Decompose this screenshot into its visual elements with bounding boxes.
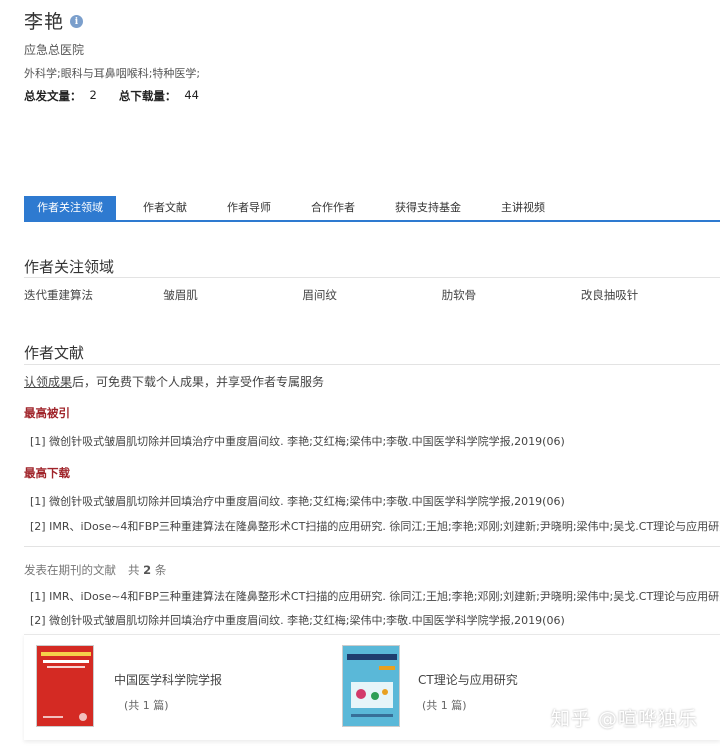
claim-notice: 认领成果后，可免费下载个人成果，并享受作者专属服务 [24, 373, 324, 390]
author-stats: 总发文量： 2 总下载量： 44 [24, 88, 704, 104]
tab-advisors[interactable]: 作者导师 [214, 196, 284, 220]
journal-name[interactable]: 中国医学科学院学报 [114, 671, 222, 688]
most-downloaded-ref[interactable]: [2] IMR、iDose~4和FBP三种重建算法在隆鼻整形术CT扫描的应用研究… [30, 518, 720, 534]
tab-coauthors[interactable]: 合作作者 [298, 196, 368, 220]
divider [24, 277, 720, 278]
author-header: 李艳 i 应急总医院 外科学;眼科与耳鼻咽喉科;特种医学; 总发文量： 2 总下… [24, 6, 704, 104]
publications-label: 总发文量： [24, 89, 82, 103]
author-fields: 外科学;眼科与耳鼻咽喉科;特种医学; [24, 67, 201, 80]
most-downloaded-label: 最高下载 [24, 466, 70, 480]
journal-name[interactable]: CT理论与应用研究 [418, 671, 518, 688]
journal-ref[interactable]: [2] 微创针吸式皱眉肌切除并回填治疗中重度眉间纹. 李艳;艾红梅;梁伟中;李敬… [30, 612, 720, 628]
journal-count: (共 1 篇) [124, 699, 169, 712]
keyword-item[interactable]: 皱眉肌 [163, 287, 302, 303]
most-cited-label: 最高被引 [24, 406, 70, 420]
divider [24, 364, 720, 365]
divider [24, 546, 720, 547]
keyword-item[interactable]: 改良抽吸针 [581, 287, 720, 303]
journal-cover-image [342, 645, 400, 727]
journal-pubs-label: 发表在期刊的文献 [24, 563, 116, 577]
most-cited-ref[interactable]: [1] 微创针吸式皱眉肌切除并回填治疗中重度眉间纹. 李艳;艾红梅;梁伟中;李敬… [30, 433, 720, 449]
tab-videos[interactable]: 主讲视频 [488, 196, 558, 220]
author-organization[interactable]: 应急总医院 [24, 41, 704, 58]
literature-section-title: 作者文献 [24, 344, 85, 362]
tab-focus-areas[interactable]: 作者关注领域 [24, 196, 116, 220]
journal-count: (共 1 篇) [422, 699, 467, 712]
focus-section-title: 作者关注领域 [24, 258, 115, 276]
watermark: 知乎 @喧哗独乐 [550, 708, 698, 730]
claim-link[interactable]: 认领成果 [24, 375, 72, 389]
tab-literature[interactable]: 作者文献 [130, 196, 200, 220]
most-downloaded-ref[interactable]: [1] 微创针吸式皱眉肌切除并回填治疗中重度眉间纹. 李艳;艾红梅;梁伟中;李敬… [30, 493, 720, 509]
downloads-label: 总下载量： [118, 89, 177, 103]
claim-text: 后，可免费下载个人成果，并享受作者专属服务 [72, 375, 325, 389]
keyword-list: 迭代重建算法 皱眉肌 眉间纹 肋软骨 改良抽吸针 [24, 287, 720, 303]
author-name: 李艳 [24, 10, 65, 33]
journal-pubs-count: 共 2 条 [128, 563, 167, 577]
journal-ref[interactable]: [1] IMR、iDose~4和FBP三种重建算法在隆鼻整形术CT扫描的应用研究… [30, 588, 720, 604]
tab-bar: 作者关注领域 作者文献 作者导师 合作作者 获得支持基金 主讲视频 [24, 196, 720, 222]
keyword-item[interactable]: 迭代重建算法 [24, 287, 163, 303]
keyword-item[interactable]: 肋软骨 [442, 287, 581, 303]
info-icon[interactable]: i [70, 15, 84, 28]
keyword-item[interactable]: 眉间纹 [302, 287, 441, 303]
downloads-count: 44 [184, 88, 199, 102]
journal-pubs-header: 发表在期刊的文献 共 2 条 [24, 562, 166, 578]
journal-card[interactable]: 中国医学科学院学报 (共 1 篇) [36, 645, 316, 735]
publications-count: 2 [89, 88, 97, 102]
journal-cover-image [36, 645, 94, 727]
tab-funding[interactable]: 获得支持基金 [382, 196, 474, 220]
